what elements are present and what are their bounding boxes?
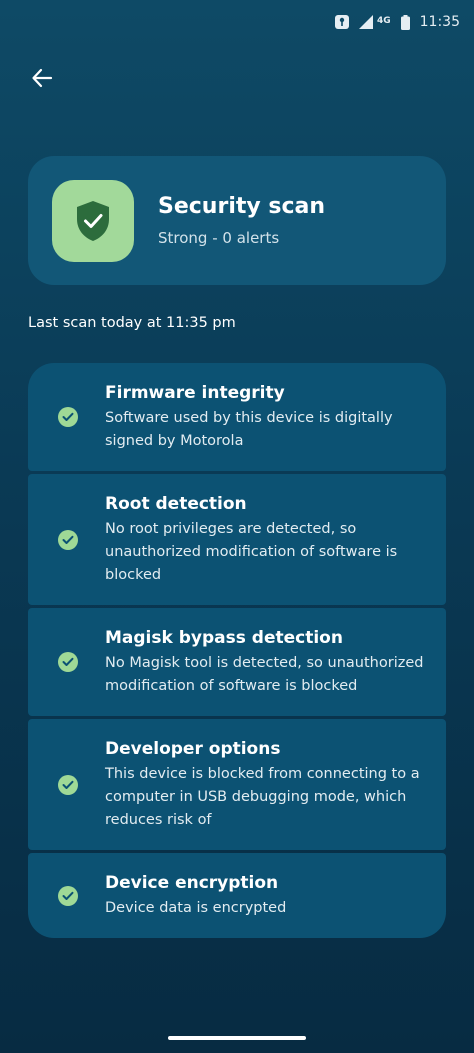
check-title: Developer options [105,739,281,759]
arrow-left-icon [32,68,53,88]
check-description: No root privileges are detected, so unau… [105,521,398,583]
check-circle-icon [58,652,78,672]
status-bar: 4G 11:35 [0,0,474,44]
signal-icon [358,15,373,29]
security-scan-card[interactable]: Security scan Strong - 0 alerts [28,156,446,285]
check-circle-icon [58,885,78,906]
security-checks-list: Firmware integrity Software used by this… [28,363,446,938]
shield-tile [52,180,134,262]
check-magisk-bypass-detection[interactable]: Magisk bypass detection No Magisk tool i… [28,608,446,716]
clock: 11:35 [419,14,460,30]
back-button[interactable] [24,60,60,96]
home-indicator[interactable] [168,1036,306,1040]
battery-icon [400,14,410,30]
network-type: 4G [376,16,391,26]
check-title: Root detection [105,494,247,514]
scan-status: Strong - 0 alerts [158,229,280,247]
check-firmware-integrity[interactable]: Firmware integrity Software used by this… [28,363,446,471]
scan-title: Security scan [158,194,326,219]
check-title: Firmware integrity [105,383,285,403]
check-description: Device data is encrypted [105,900,287,916]
check-device-encryption[interactable]: Device encryption Device data is encrypt… [28,853,446,938]
check-root-detection[interactable]: Root detection No root privileges are de… [28,474,446,605]
check-circle-icon [58,529,78,550]
check-description: Software used by this device is digitall… [105,410,393,449]
check-title: Device encryption [105,873,279,893]
check-description: This device is blocked from connecting t… [105,766,420,828]
check-developer-options[interactable]: Developer options This device is blocked… [28,719,446,850]
check-circle-icon [58,774,78,795]
shield-check-icon [77,201,109,241]
check-description: No Magisk tool is detected, so unauthori… [105,655,424,694]
last-scan-time: Last scan today at 11:35 pm [28,315,236,331]
check-title: Magisk bypass detection [105,628,343,648]
vpn-key-icon [334,15,349,29]
check-circle-icon [58,407,78,427]
